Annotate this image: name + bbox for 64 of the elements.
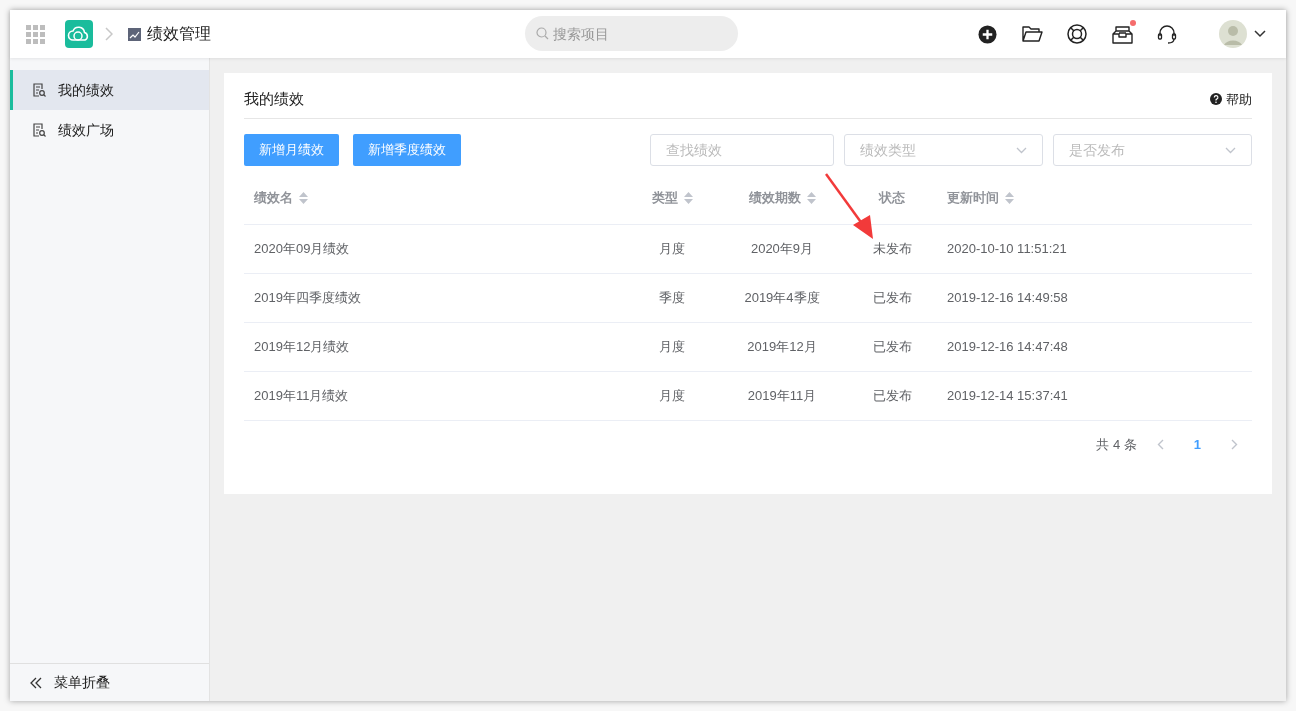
help-icon[interactable] (1210, 93, 1222, 106)
search-field[interactable]: 搜索项目 (525, 16, 738, 51)
column-header[interactable]: 绩效名 (254, 188, 293, 208)
filter-dropdown[interactable]: 绩效类型 (844, 134, 1043, 166)
table-cell-text: 已发布 (872, 387, 912, 406)
column-header[interactable]: 类型 (651, 188, 678, 208)
chevron-down-icon (1225, 146, 1236, 154)
table-cell-text: 2020年9月 (750, 240, 814, 259)
table-cell-text: 未发布 (872, 240, 912, 259)
page-number[interactable]: 1 (1193, 435, 1201, 455)
sidebar-item[interactable]: 我的绩效 (10, 70, 209, 110)
folder-icon[interactable] (1022, 25, 1043, 43)
table-cell-text: 2019-12-16 14:47:48 (947, 338, 1068, 357)
table-cell-text: 2019-12-16 14:49:58 (947, 289, 1068, 308)
cloud-logo-icon[interactable] (65, 20, 93, 48)
table-cell-text: 已发布 (872, 338, 912, 357)
column-header: 状态 (879, 189, 905, 208)
help-link[interactable]: 帮助 (1226, 89, 1252, 109)
previous-page-icon[interactable] (1156, 439, 1164, 451)
column-header[interactable]: 绩效期数 (748, 188, 801, 208)
table-cell-text: 2019年4季度 (744, 289, 820, 308)
apps-grid-icon[interactable] (26, 24, 45, 44)
search-icon (536, 27, 549, 40)
collapse-menu-link[interactable]: 菜单折叠 (54, 672, 110, 693)
table-cell-text: 2019年11月绩效 (254, 387, 349, 406)
add-button[interactable]: 新增季度绩效 (353, 134, 461, 166)
sort-icon[interactable] (299, 192, 308, 204)
search-field[interactable]: 查找绩效 (650, 134, 834, 166)
card-title: 我的绩效 (244, 88, 304, 109)
table-cell-text: 2020年09月绩效 (254, 240, 350, 259)
document-search-icon (33, 83, 46, 97)
table-cell-text: 2020-10-10 11:51:21 (947, 240, 1067, 259)
dropdown-caret-icon[interactable] (1254, 30, 1266, 38)
add-icon[interactable] (978, 24, 997, 44)
headset-icon[interactable] (1157, 24, 1177, 44)
chevron-right-icon (105, 27, 113, 41)
lifebuoy-icon[interactable] (1067, 24, 1087, 44)
page-title: 绩效管理 (147, 24, 211, 44)
table-cell-text: 2019年四季度绩效 (254, 289, 361, 308)
table-cell-text: 2019年12月绩效 (254, 338, 350, 357)
table-cell-text: 已发布 (872, 289, 912, 308)
annotation-arrow (825, 173, 875, 239)
sort-icon[interactable] (806, 192, 816, 204)
sidebar-item[interactable]: 绩效广场 (10, 110, 209, 150)
total-count: 共 4 条 (1096, 436, 1137, 454)
table-cell-text: 月度 (659, 338, 685, 357)
inbox-icon[interactable] (1112, 24, 1133, 44)
document-search-icon (33, 123, 46, 137)
next-page-icon[interactable] (1231, 439, 1238, 451)
filter-dropdown[interactable]: 是否发布 (1053, 134, 1252, 166)
column-header[interactable]: 更新时间 (947, 188, 999, 208)
avatar[interactable] (1219, 20, 1247, 48)
table-cell-text: 2019年11月 (747, 387, 817, 406)
chart-icon (128, 27, 141, 41)
chevron-down-icon (1016, 146, 1027, 154)
sort-icon[interactable] (1005, 192, 1014, 204)
table-cell-text: 月度 (659, 240, 685, 259)
table-cell-text: 月度 (659, 387, 685, 406)
table-cell-text: 2019年12月 (747, 338, 817, 357)
double-chevron-left-icon[interactable] (30, 676, 42, 689)
sort-icon[interactable] (683, 192, 693, 204)
table-cell-text: 季度 (659, 289, 685, 308)
table-cell-text: 2019-12-14 15:37:41 (947, 387, 1068, 406)
add-button[interactable]: 新增月绩效 (244, 134, 339, 166)
